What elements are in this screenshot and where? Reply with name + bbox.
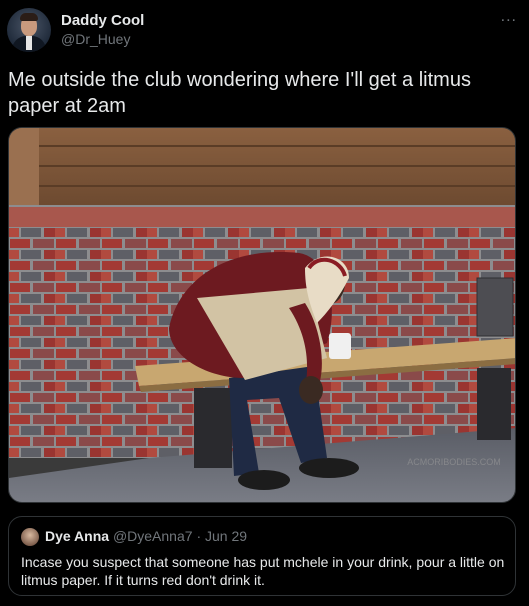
- quoted-tweet-header: Dye Anna @DyeAnna7 · Jun 29: [45, 528, 247, 544]
- quoted-separator: ·: [196, 528, 202, 544]
- more-options-icon[interactable]: ...: [501, 8, 517, 26]
- tweet-text: Me outside the club wondering where I'll…: [8, 69, 471, 117]
- author-display-name[interactable]: Daddy Cool: [61, 12, 144, 29]
- author-handle[interactable]: @Dr_Huey: [61, 31, 130, 47]
- tweet: Daddy Cool @Dr_Huey ... Me outside the c…: [0, 0, 529, 606]
- quoted-date[interactable]: Jun 29: [205, 528, 247, 544]
- quoted-author-avatar[interactable]: [21, 528, 39, 546]
- quoted-tweet-text: Incase you suspect that someone has put …: [21, 554, 505, 588]
- media-watermark: ACMORIBODIES.COM: [407, 457, 501, 467]
- tweet-media-photo[interactable]: ACMORIBODIES.COM: [8, 127, 516, 503]
- quoted-tweet[interactable]: Dye Anna @DyeAnna7 · Jun 29 Incase you s…: [8, 516, 516, 596]
- quoted-author-name[interactable]: Dye Anna: [45, 528, 109, 544]
- photo-man-on-bench: ACMORIBODIES.COM: [9, 128, 515, 502]
- author-avatar[interactable]: [7, 8, 51, 52]
- quoted-author-handle[interactable]: @DyeAnna7: [113, 528, 193, 544]
